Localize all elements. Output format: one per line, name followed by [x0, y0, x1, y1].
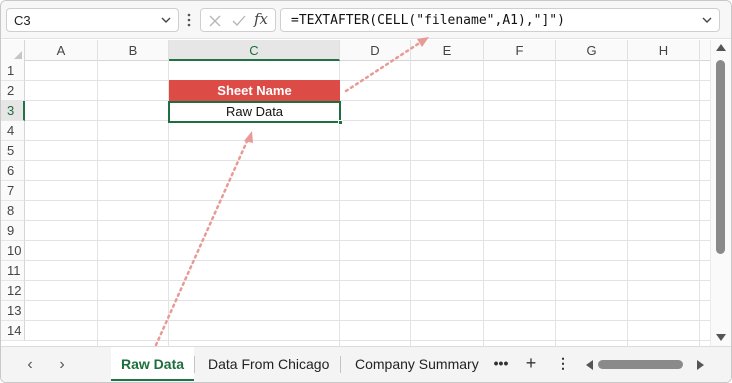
chevron-down-icon[interactable]: [159, 12, 173, 28]
row-header-11[interactable]: 11: [1, 261, 25, 281]
column-header-e[interactable]: E: [411, 40, 484, 61]
column-header-c[interactable]: C: [169, 40, 340, 61]
gridline: [25, 100, 710, 101]
row-header-4[interactable]: 4: [1, 121, 25, 141]
row-header-9[interactable]: 9: [1, 221, 25, 241]
name-box-value: C3: [14, 13, 31, 28]
sheet-tab-company-summary[interactable]: Company Summary: [355, 347, 479, 381]
gridline: [410, 61, 411, 346]
gridline: [699, 61, 700, 346]
gridline: [25, 320, 710, 321]
more-sheets-button[interactable]: •••: [491, 353, 511, 373]
excel-window: C3 fx =TEXTAFTER(CELL("filename",A1),"]"…: [0, 0, 732, 383]
row-header-1[interactable]: 1: [1, 61, 25, 81]
next-sheet-chevron-icon[interactable]: ›: [52, 355, 72, 375]
gridline: [627, 61, 628, 346]
column-header-b[interactable]: B: [98, 40, 169, 61]
scroll-left-arrow-icon[interactable]: [586, 360, 593, 370]
gridline: [25, 200, 710, 201]
tab-divider: [194, 356, 195, 373]
gridline: [25, 280, 710, 281]
fill-handle[interactable]: [338, 120, 343, 125]
sheet-tab-data-from-chicago[interactable]: Data From Chicago: [208, 347, 329, 381]
column-header-d[interactable]: D: [340, 40, 411, 61]
gridline: [25, 140, 710, 141]
horizontal-scroll-thumb[interactable]: [598, 360, 683, 369]
tab-divider: [340, 356, 341, 373]
name-box[interactable]: C3: [6, 8, 179, 32]
gridline: [25, 80, 710, 81]
previous-sheet-chevron-icon[interactable]: ‹: [20, 355, 40, 375]
row-header-5[interactable]: 5: [1, 141, 25, 161]
gridline: [25, 180, 710, 181]
expand-formula-chevron-icon[interactable]: [700, 12, 714, 28]
row-header-13[interactable]: 13: [1, 301, 25, 321]
worksheet-grid: A B C D E F G H 1 2 3 4 5 6 7 8 9 10 11 …: [1, 40, 710, 346]
column-headers: A B C D E F G H: [1, 40, 710, 61]
row-header-3[interactable]: 3: [1, 101, 25, 121]
cell-area[interactable]: Sheet Name Raw Data: [25, 61, 710, 346]
row-header-14[interactable]: 14: [1, 321, 25, 341]
column-header-g[interactable]: G: [556, 40, 628, 61]
gridline: [555, 61, 556, 346]
gridline: [25, 120, 710, 121]
row-header-10[interactable]: 10: [1, 241, 25, 261]
gridline: [25, 340, 710, 341]
row-header-6[interactable]: 6: [1, 161, 25, 181]
sheet-tab-raw-data[interactable]: Raw Data: [111, 347, 195, 381]
column-header-f[interactable]: F: [484, 40, 556, 61]
formula-text: =TEXTAFTER(CELL("filename",A1),"]"): [291, 13, 565, 28]
gridline: [97, 61, 98, 346]
vertical-scrollbar[interactable]: [710, 40, 731, 346]
scroll-right-arrow-icon[interactable]: [697, 360, 704, 370]
gridline: [25, 260, 710, 261]
select-all-triangle-icon: [14, 51, 22, 59]
row-header-7[interactable]: 7: [1, 181, 25, 201]
row-header-2[interactable]: 2: [1, 81, 25, 101]
add-sheet-button[interactable]: +: [521, 353, 541, 373]
sheet-tab-bar: ‹ › Raw Data Data From Chicago Company S…: [1, 346, 731, 382]
cell-c2-sheet-name-header[interactable]: Sheet Name: [169, 80, 340, 101]
gridline: [25, 300, 710, 301]
row-header-12[interactable]: 12: [1, 281, 25, 301]
cell-c3-active[interactable]: Raw Data: [168, 101, 341, 123]
formula-input[interactable]: =TEXTAFTER(CELL("filename",A1),"]"): [280, 8, 720, 32]
more-options-icon[interactable]: [186, 13, 192, 27]
x-icon[interactable]: [207, 13, 223, 29]
gridline: [25, 220, 710, 221]
scroll-up-arrow-icon[interactable]: [716, 44, 726, 51]
gridline: [483, 61, 484, 346]
select-all-corner[interactable]: [1, 40, 25, 61]
gridline: [25, 160, 710, 161]
checkmark-icon[interactable]: [231, 13, 247, 29]
column-header-a[interactable]: A: [25, 40, 98, 61]
column-header-h[interactable]: H: [628, 40, 700, 61]
formula-bar: C3 fx =TEXTAFTER(CELL("filename",A1),"]"…: [1, 1, 731, 39]
gridline: [25, 240, 710, 241]
formula-buttons: fx: [200, 8, 276, 32]
row-header-8[interactable]: 8: [1, 201, 25, 221]
vertical-scroll-thumb[interactable]: [716, 60, 725, 254]
tab-options-icon[interactable]: ⋮: [556, 353, 570, 373]
insert-function-button[interactable]: fx: [254, 10, 268, 28]
scroll-down-arrow-icon[interactable]: [716, 334, 726, 341]
